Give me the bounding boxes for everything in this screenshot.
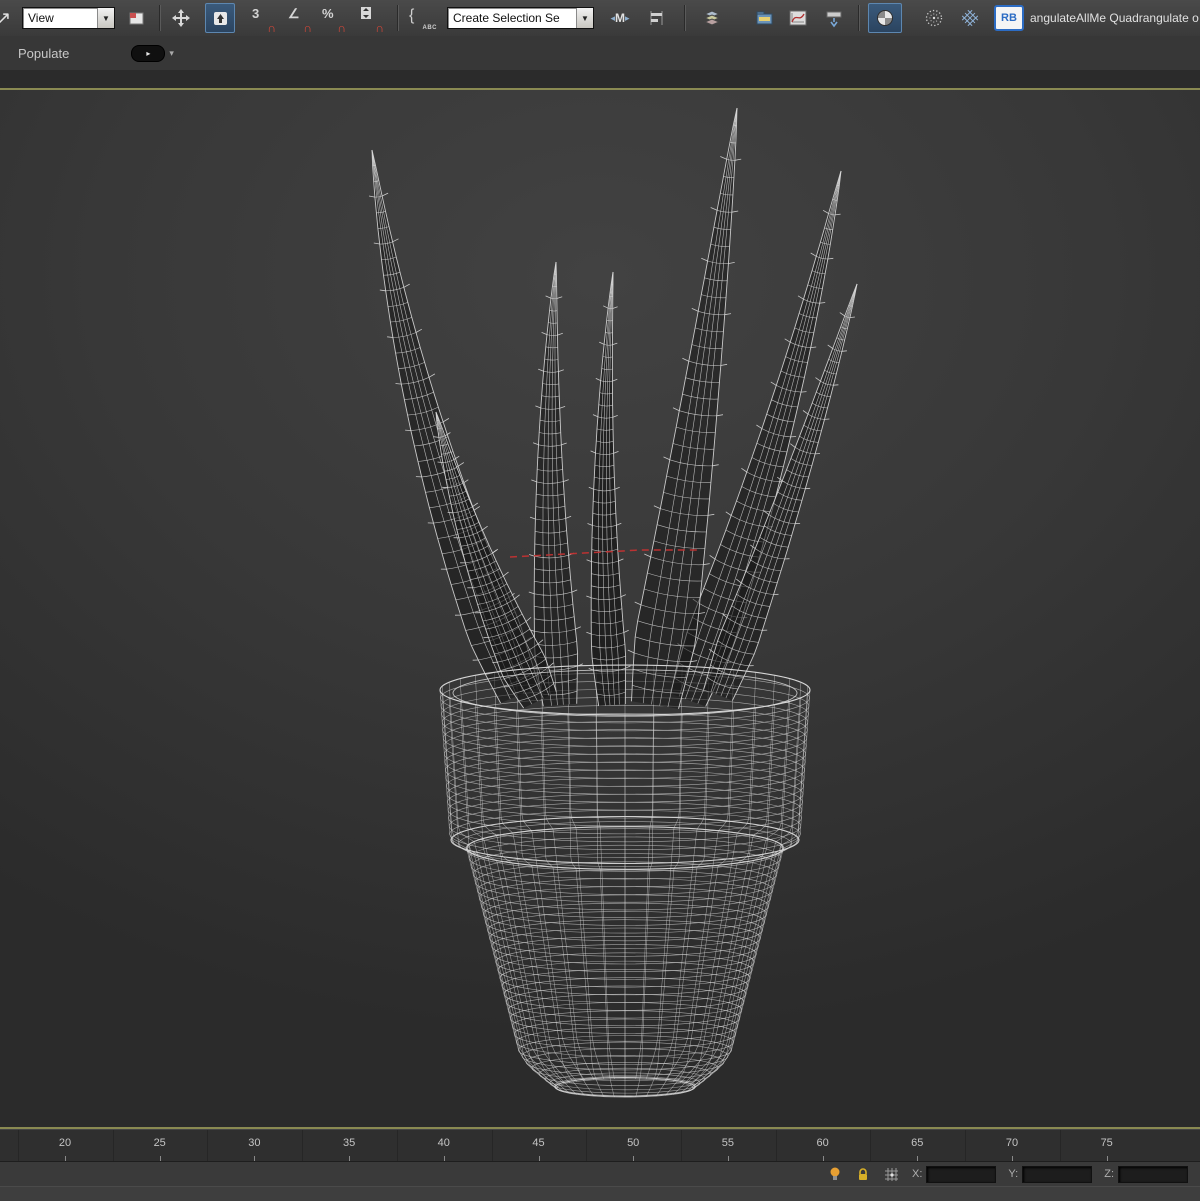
mirror-label: M	[615, 11, 625, 25]
layers-icon	[703, 10, 721, 26]
toggle-ribbon-button[interactable]	[750, 4, 778, 32]
curve-editor-icon	[789, 10, 807, 26]
align-icon	[650, 11, 663, 25]
spinner-icon	[361, 7, 371, 19]
keyboard-shortcut-override-toggle[interactable]	[205, 3, 235, 33]
app: { "toolbar": { "reference_coordinate_sys…	[0, 0, 1200, 1201]
y-coordinate-input[interactable]	[1022, 1165, 1093, 1183]
rb-script-button[interactable]: RB	[994, 5, 1024, 31]
snap-3d-label: 3	[252, 6, 260, 21]
toolbar-separator	[397, 5, 399, 31]
render-production-button[interactable]	[956, 4, 984, 32]
use-pivot-point-center-icon	[129, 12, 144, 25]
rendered-frame-window-button[interactable]	[920, 4, 948, 32]
adaptive-degradation-toggle[interactable]	[826, 1165, 844, 1183]
snap-toggle-3d-button[interactable]: 3 ∩	[249, 4, 277, 35]
named-selection-sets-dropdown[interactable]: Create Selection Se ▼	[447, 7, 594, 29]
lock-icon	[859, 1167, 868, 1180]
coordinate-x: X:	[912, 1165, 997, 1183]
populate-menu-label[interactable]: Populate	[18, 46, 69, 61]
lightbulb-icon	[830, 1167, 840, 1180]
schematic-view-icon	[826, 11, 842, 27]
selection-lock-toggle[interactable]	[854, 1165, 872, 1183]
brace-glyph: {	[409, 7, 415, 24]
status-bar: X: Y: Z:	[0, 1161, 1200, 1186]
toolbar-separator	[858, 5, 860, 31]
reference-coordinate-system-value: View	[28, 11, 54, 25]
bottom-toolbar-strip	[0, 1186, 1200, 1201]
magnet-icon: ∩	[303, 21, 312, 35]
chevron-down-icon[interactable]: ▼	[576, 8, 593, 28]
populate-tools-button[interactable]: ▸	[131, 44, 166, 62]
x-label: X:	[912, 1168, 923, 1180]
abc-label: ABC	[422, 25, 437, 31]
y-label: Y:	[1008, 1168, 1019, 1180]
manipulate-cross-icon	[172, 9, 190, 27]
magnet-icon: ∩	[337, 21, 346, 35]
grid-icon	[884, 1167, 898, 1181]
angle-snap-toggle-button[interactable]: ∠ ∩	[285, 4, 313, 35]
use-pivot-point-center-button[interactable]	[123, 4, 151, 32]
diamond-lattice-icon	[961, 9, 979, 27]
magnet-icon: ∩	[375, 21, 384, 35]
select-and-manipulate-button[interactable]	[167, 4, 195, 32]
absolute-offset-mode-toggle[interactable]	[882, 1165, 900, 1183]
schematic-view-button[interactable]	[820, 4, 848, 32]
folder-icon	[756, 11, 772, 25]
play-icon: ▸	[146, 48, 151, 58]
select-and-scale-icon[interactable]: ↗	[0, 8, 10, 29]
named-selection-sets-value: Create Selection Se	[453, 11, 560, 25]
main-toolbar: ↗ View ▼ 3 ∩ ∠ ∩ % ∩ ∩ {ABC Create Sele…	[0, 0, 1200, 36]
curve-editor-button[interactable]	[784, 4, 812, 32]
toolbar-separator	[159, 5, 161, 31]
reference-coordinate-system-dropdown[interactable]: View ▼	[22, 7, 115, 29]
z-label: Z:	[1104, 1168, 1114, 1180]
material-editor-button[interactable]	[868, 3, 902, 33]
percent-snap-label: %	[322, 6, 334, 21]
wireframe-aloe-model[interactable]	[0, 90, 1200, 1127]
percent-snap-toggle-button[interactable]: % ∩	[319, 4, 347, 35]
spinner-snap-toggle-button[interactable]: ∩	[357, 4, 385, 35]
dotted-sphere-icon	[925, 9, 943, 27]
toolbar-gap	[0, 70, 1200, 88]
viewport-border	[0, 88, 1200, 90]
viewport-border	[0, 1127, 1200, 1129]
x-coordinate-input[interactable]	[926, 1165, 997, 1183]
toolbar-separator	[684, 5, 686, 31]
script-buttons-label[interactable]: angulateAllMe Quadrangulate o	[1030, 11, 1199, 25]
coordinate-y: Y:	[1008, 1165, 1093, 1183]
timeline-ruler[interactable]: 20 25 30 35 40 45 50 55 60 65 70 75	[0, 1129, 1200, 1162]
edit-named-selection-sets-button[interactable]: { ABC	[405, 4, 439, 32]
coordinate-z: Z:	[1104, 1165, 1188, 1183]
toggle-scene-explorer-button[interactable]	[698, 4, 726, 32]
angle-snap-label: ∠	[288, 6, 300, 21]
chevron-down-icon[interactable]: ▼	[97, 8, 114, 28]
magnet-icon: ∩	[267, 21, 276, 35]
chevron-down-icon[interactable]: ▾	[169, 48, 174, 59]
align-button[interactable]	[642, 4, 670, 32]
z-coordinate-input[interactable]	[1118, 1165, 1188, 1183]
viewport[interactable]	[0, 90, 1200, 1127]
material-sphere-icon	[877, 10, 893, 26]
keyboard-override-icon	[213, 11, 227, 25]
populate-bar: Populate ▸ ▾	[0, 36, 1200, 70]
mirror-button[interactable]: ◂ M ▸	[606, 4, 634, 32]
mirror-right-arrow-icon: ▸	[625, 12, 630, 23]
